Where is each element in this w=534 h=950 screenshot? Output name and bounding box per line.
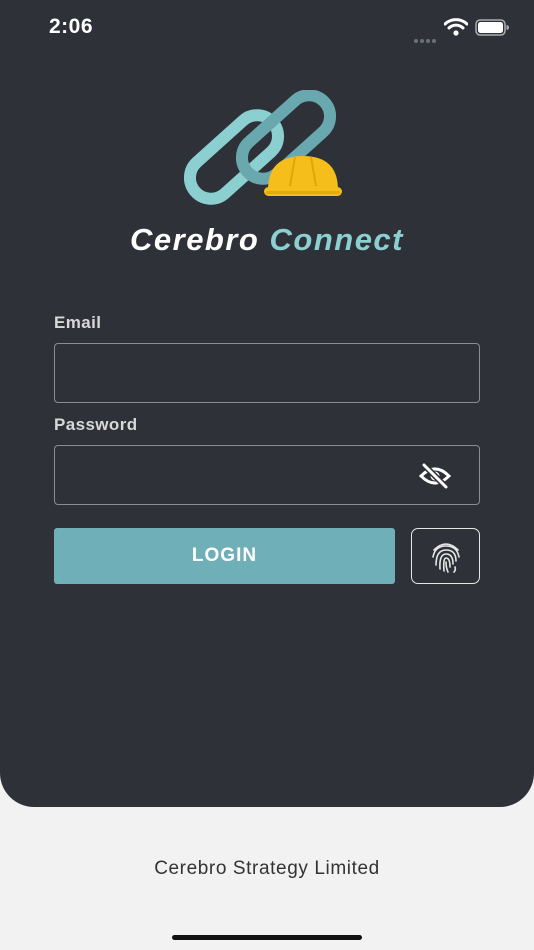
- signal-icon: [414, 30, 438, 48]
- fingerprint-icon: [432, 543, 460, 573]
- password-label: Password: [54, 415, 138, 434]
- login-panel: 2:06 Cerebro Connect Email Password LOGI…: [0, 0, 534, 807]
- company-footer: Cerebro Strategy Limited: [154, 858, 380, 879]
- app-logo: [183, 90, 342, 205]
- status-bar: 2:06: [0, 0, 534, 56]
- brand-word-connect: Connect: [269, 222, 404, 257]
- brand-word-cerebro: Cerebro: [130, 222, 260, 257]
- hard-hat-icon: [264, 156, 342, 196]
- status-time: 2:06: [49, 15, 94, 38]
- wifi-icon: [444, 18, 468, 36]
- password-field[interactable]: [55, 446, 479, 504]
- email-field[interactable]: [55, 344, 479, 402]
- app-brand-title: Cerebro Connect: [0, 222, 534, 258]
- email-field-box[interactable]: [54, 343, 480, 403]
- fingerprint-login-button[interactable]: [411, 528, 480, 584]
- password-field-box[interactable]: [54, 445, 480, 505]
- battery-icon: [475, 19, 509, 36]
- login-button[interactable]: LOGIN: [54, 528, 395, 584]
- email-label: Email: [54, 313, 102, 332]
- eye-slash-icon[interactable]: [419, 463, 451, 489]
- home-indicator[interactable]: [172, 935, 362, 940]
